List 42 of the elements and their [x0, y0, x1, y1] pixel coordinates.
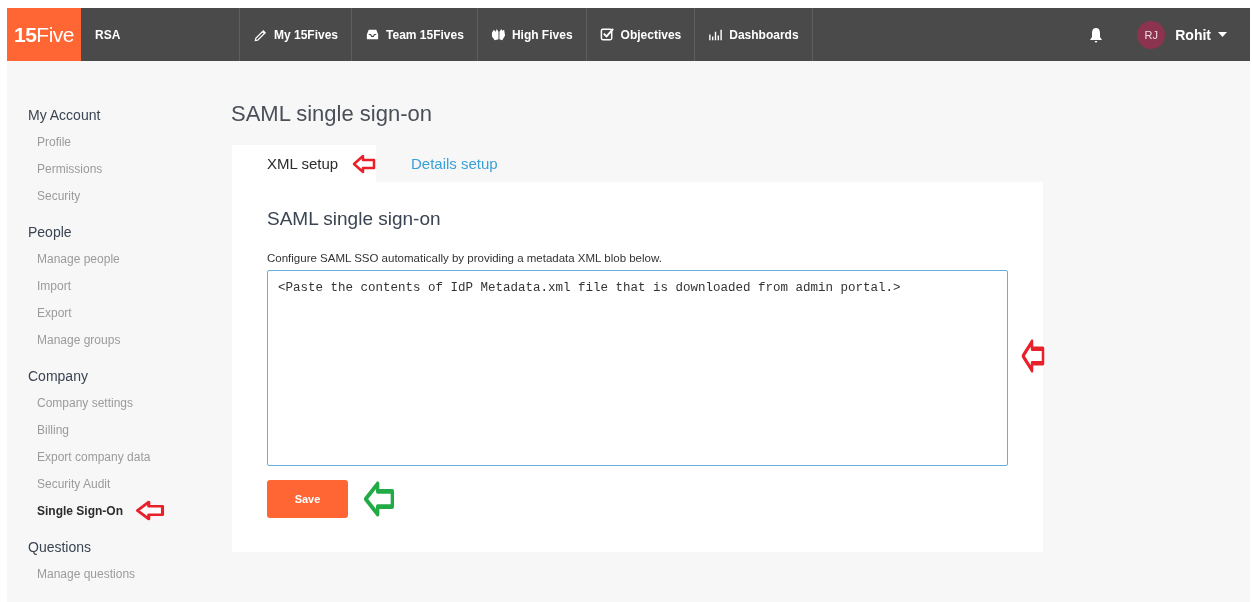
section-heading: SAML single sign-on [267, 208, 442, 230]
bell-icon [1089, 26, 1104, 43]
tab[interactable]: Details setup [376, 145, 533, 182]
avatar[interactable]: RJ [1137, 20, 1166, 49]
xml-field[interactable]: <Paste the contents of IdP Metadata.xml file that is downloaded from admin portal.> [267, 270, 1008, 466]
sidebar-link[interactable]: Permissions [28, 161, 103, 176]
arrow-icon [135, 500, 165, 521]
sidebar-heading: My Account [28, 107, 102, 123]
sidebar-link[interactable]: Import [28, 278, 71, 293]
sidebar-heading: Questions [28, 539, 93, 555]
checkbox-icon [599, 27, 615, 42]
tray-icon [365, 27, 381, 42]
pencil-icon [253, 27, 268, 42]
caret-icon [1218, 32, 1227, 37]
sidebar-link[interactable]: Security Audit [28, 476, 111, 491]
sidebar-heading: Company [28, 368, 89, 384]
sidebar-link[interactable]: Billing [28, 422, 69, 437]
sidebar-link[interactable]: Manage people [28, 251, 120, 266]
bar-chart-icon [708, 27, 724, 42]
arrow-icon [352, 154, 376, 174]
sidebar-link[interactable]: Single Sign-On [28, 503, 123, 518]
sidebar-link[interactable]: Security [28, 188, 81, 203]
sidebar-link[interactable]: Manage questions [28, 566, 136, 581]
sidebar-link[interactable]: Company settings [28, 395, 134, 410]
sidebar-link[interactable]: Manage groups [28, 332, 121, 347]
sidebar-link[interactable]: Export [28, 305, 72, 320]
nav-link[interactable]: My 15Fives [239, 8, 352, 61]
org-name: RSA [94, 26, 122, 44]
page-title: SAML single sign-on [231, 101, 433, 127]
logo: 15Five [7, 8, 81, 61]
save-button[interactable]: Save [267, 480, 348, 518]
nav-link[interactable]: Objectives [585, 8, 695, 61]
nav-link[interactable]: High Fives [476, 8, 586, 61]
description-text: Configure SAML SSO automatically by providing a metadata XML blob below. [267, 252, 663, 264]
sidebar-link[interactable]: Export company data [28, 449, 151, 464]
sidebar-heading: People [28, 224, 73, 240]
nav-link[interactable]: Team 15Fives [351, 8, 477, 61]
tab[interactable]: XML setup [232, 145, 376, 182]
user-name[interactable]: Rohit [1175, 26, 1211, 43]
arrow-icon [363, 480, 395, 518]
nav-link[interactable]: Dashboards [694, 8, 813, 61]
sidebar-link[interactable]: Profile [28, 134, 71, 149]
